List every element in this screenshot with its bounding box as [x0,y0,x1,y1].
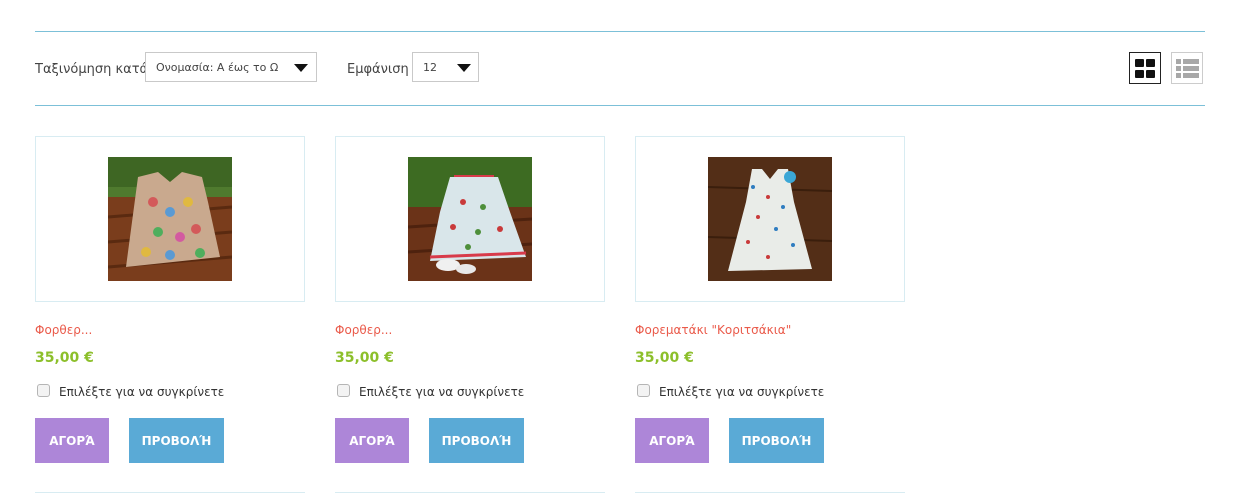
card-divider [35,492,305,493]
show-select[interactable]: 12 [412,52,479,82]
product-toolbar: Ταξινόμηση κατά Ονομασία: Α έως το Ω Εμφ… [35,52,1205,84]
product-card: Φορεματάκι "Κοριτσάκια" 35,00 € Επιλέξτε… [635,136,905,496]
product-name[interactable]: Φορθερ... [35,323,92,337]
product-name[interactable]: Φορεματάκι "Κοριτσάκια" [635,323,791,337]
chevron-down-icon [294,64,308,72]
compare-label[interactable]: Επιλέξτε για να συγκρίνετε [359,385,524,399]
sort-select-value: Ονομασία: Α έως το Ω [156,61,279,74]
view-button[interactable]: ΠΡΟΒΟΛΉ [729,418,824,463]
product-price: 35,00 € [635,350,694,366]
list-view-icon[interactable] [1171,52,1203,84]
toolbar-divider [35,105,1205,106]
grid-view-icon[interactable] [1129,52,1161,84]
sort-label: Ταξινόμηση κατά [35,62,149,77]
top-divider [35,31,1205,32]
show-select-value: 12 [423,61,437,74]
compare-checkbox[interactable] [637,384,650,397]
product-image[interactable] [108,157,232,281]
chevron-down-icon [457,64,471,72]
sort-select[interactable]: Ονομασία: Α έως το Ω [145,52,317,82]
product-image[interactable] [408,157,532,281]
product-price: 35,00 € [35,350,94,366]
product-name[interactable]: Φορθερ... [335,323,392,337]
show-label: Εμφάνιση [347,62,409,77]
buy-button[interactable]: ΑΓΟΡΆ [35,418,109,463]
view-button[interactable]: ΠΡΟΒΟΛΉ [129,418,224,463]
compare-checkbox[interactable] [37,384,50,397]
product-image[interactable] [708,157,832,281]
product-card: Φορθερ... 35,00 € Επιλέξτε για να συγκρί… [335,136,605,496]
compare-checkbox[interactable] [337,384,350,397]
product-card: Φορθερ... 35,00 € Επιλέξτε για να συγκρί… [35,136,305,496]
card-divider [635,492,905,493]
product-image-frame[interactable] [35,136,305,302]
compare-label[interactable]: Επιλέξτε για να συγκρίνετε [659,385,824,399]
compare-label[interactable]: Επιλέξτε για να συγκρίνετε [59,385,224,399]
product-image-frame[interactable] [335,136,605,302]
product-image-frame[interactable] [635,136,905,302]
card-divider [335,492,605,493]
view-button[interactable]: ΠΡΟΒΟΛΉ [429,418,524,463]
buy-button[interactable]: ΑΓΟΡΆ [335,418,409,463]
buy-button[interactable]: ΑΓΟΡΆ [635,418,709,463]
product-price: 35,00 € [335,350,394,366]
